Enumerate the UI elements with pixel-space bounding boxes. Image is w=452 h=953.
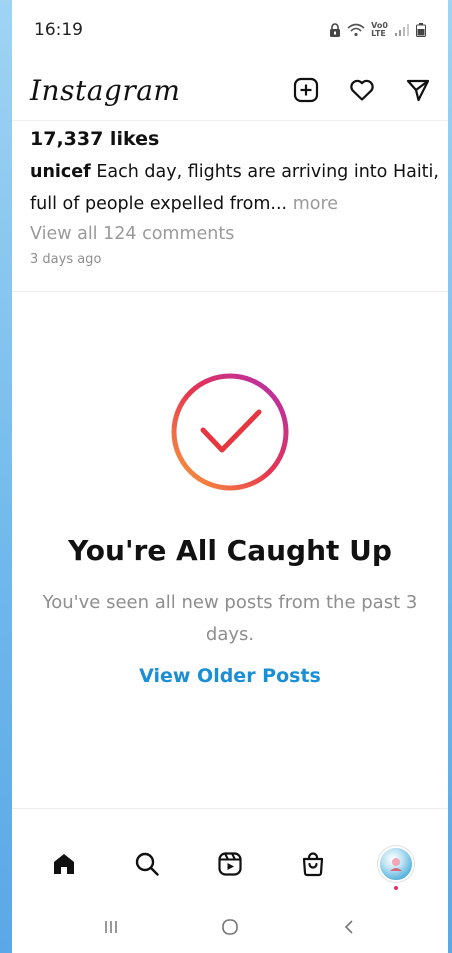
- caught-up-subtitle: You've seen all new posts from the past …: [42, 592, 418, 645]
- more-link[interactable]: more: [287, 194, 338, 214]
- new-post-icon[interactable]: [292, 76, 320, 104]
- checkmark-badge-icon: [171, 373, 289, 491]
- caught-up-title: You're All Caught Up: [68, 534, 392, 567]
- volte-icon: Vo0 LTE: [371, 21, 388, 38]
- post-timestamp: 3 days ago: [30, 252, 102, 267]
- direct-message-icon[interactable]: [404, 76, 432, 104]
- heart-icon[interactable]: [348, 76, 376, 104]
- lock-icon: [329, 23, 341, 37]
- bottom-nav: [12, 836, 448, 892]
- system-nav: [12, 900, 448, 953]
- caught-up-section: You're All Caught Up You've seen all new…: [12, 370, 448, 687]
- post-divider: [12, 291, 448, 292]
- back-button[interactable]: [329, 907, 369, 947]
- instagram-logo[interactable]: Instagram: [30, 74, 180, 107]
- wifi-icon: [347, 23, 365, 37]
- home-icon[interactable]: [42, 842, 86, 886]
- recent-apps-button[interactable]: [91, 907, 131, 947]
- status-bar: 16:19 Vo0 LTE: [12, 0, 448, 60]
- view-older-posts-link[interactable]: View Older Posts: [139, 665, 321, 687]
- status-time: 16:19: [34, 20, 83, 40]
- phone-screen: 16:19 Vo0 LTE Instagram 17,337 likes uni…: [12, 0, 448, 953]
- profile-avatar[interactable]: [374, 842, 418, 890]
- status-icons: Vo0 LTE: [329, 22, 426, 38]
- shop-icon[interactable]: [291, 842, 335, 886]
- battery-icon: [416, 23, 426, 37]
- app-header: Instagram: [12, 62, 448, 118]
- bottom-nav-divider: [12, 808, 448, 809]
- reels-icon[interactable]: [208, 842, 252, 886]
- search-icon[interactable]: [125, 842, 169, 886]
- header-actions: [292, 76, 432, 104]
- signal-icon: [394, 23, 410, 37]
- caption-username[interactable]: unicef: [30, 162, 91, 182]
- notification-dot: [394, 886, 399, 890]
- avatar: [378, 846, 415, 882]
- home-button[interactable]: [210, 907, 250, 947]
- header-divider: [12, 120, 448, 121]
- post-caption: unicef Each day, flights are arriving in…: [30, 156, 440, 220]
- post-footer: 17,337 likes unicef Each day, flights ar…: [30, 128, 440, 267]
- likes-count[interactable]: 17,337 likes: [30, 128, 440, 150]
- caption-text: Each day, flights are arriving into Hait…: [30, 162, 439, 214]
- view-comments-link[interactable]: View all 124 comments: [30, 224, 440, 244]
